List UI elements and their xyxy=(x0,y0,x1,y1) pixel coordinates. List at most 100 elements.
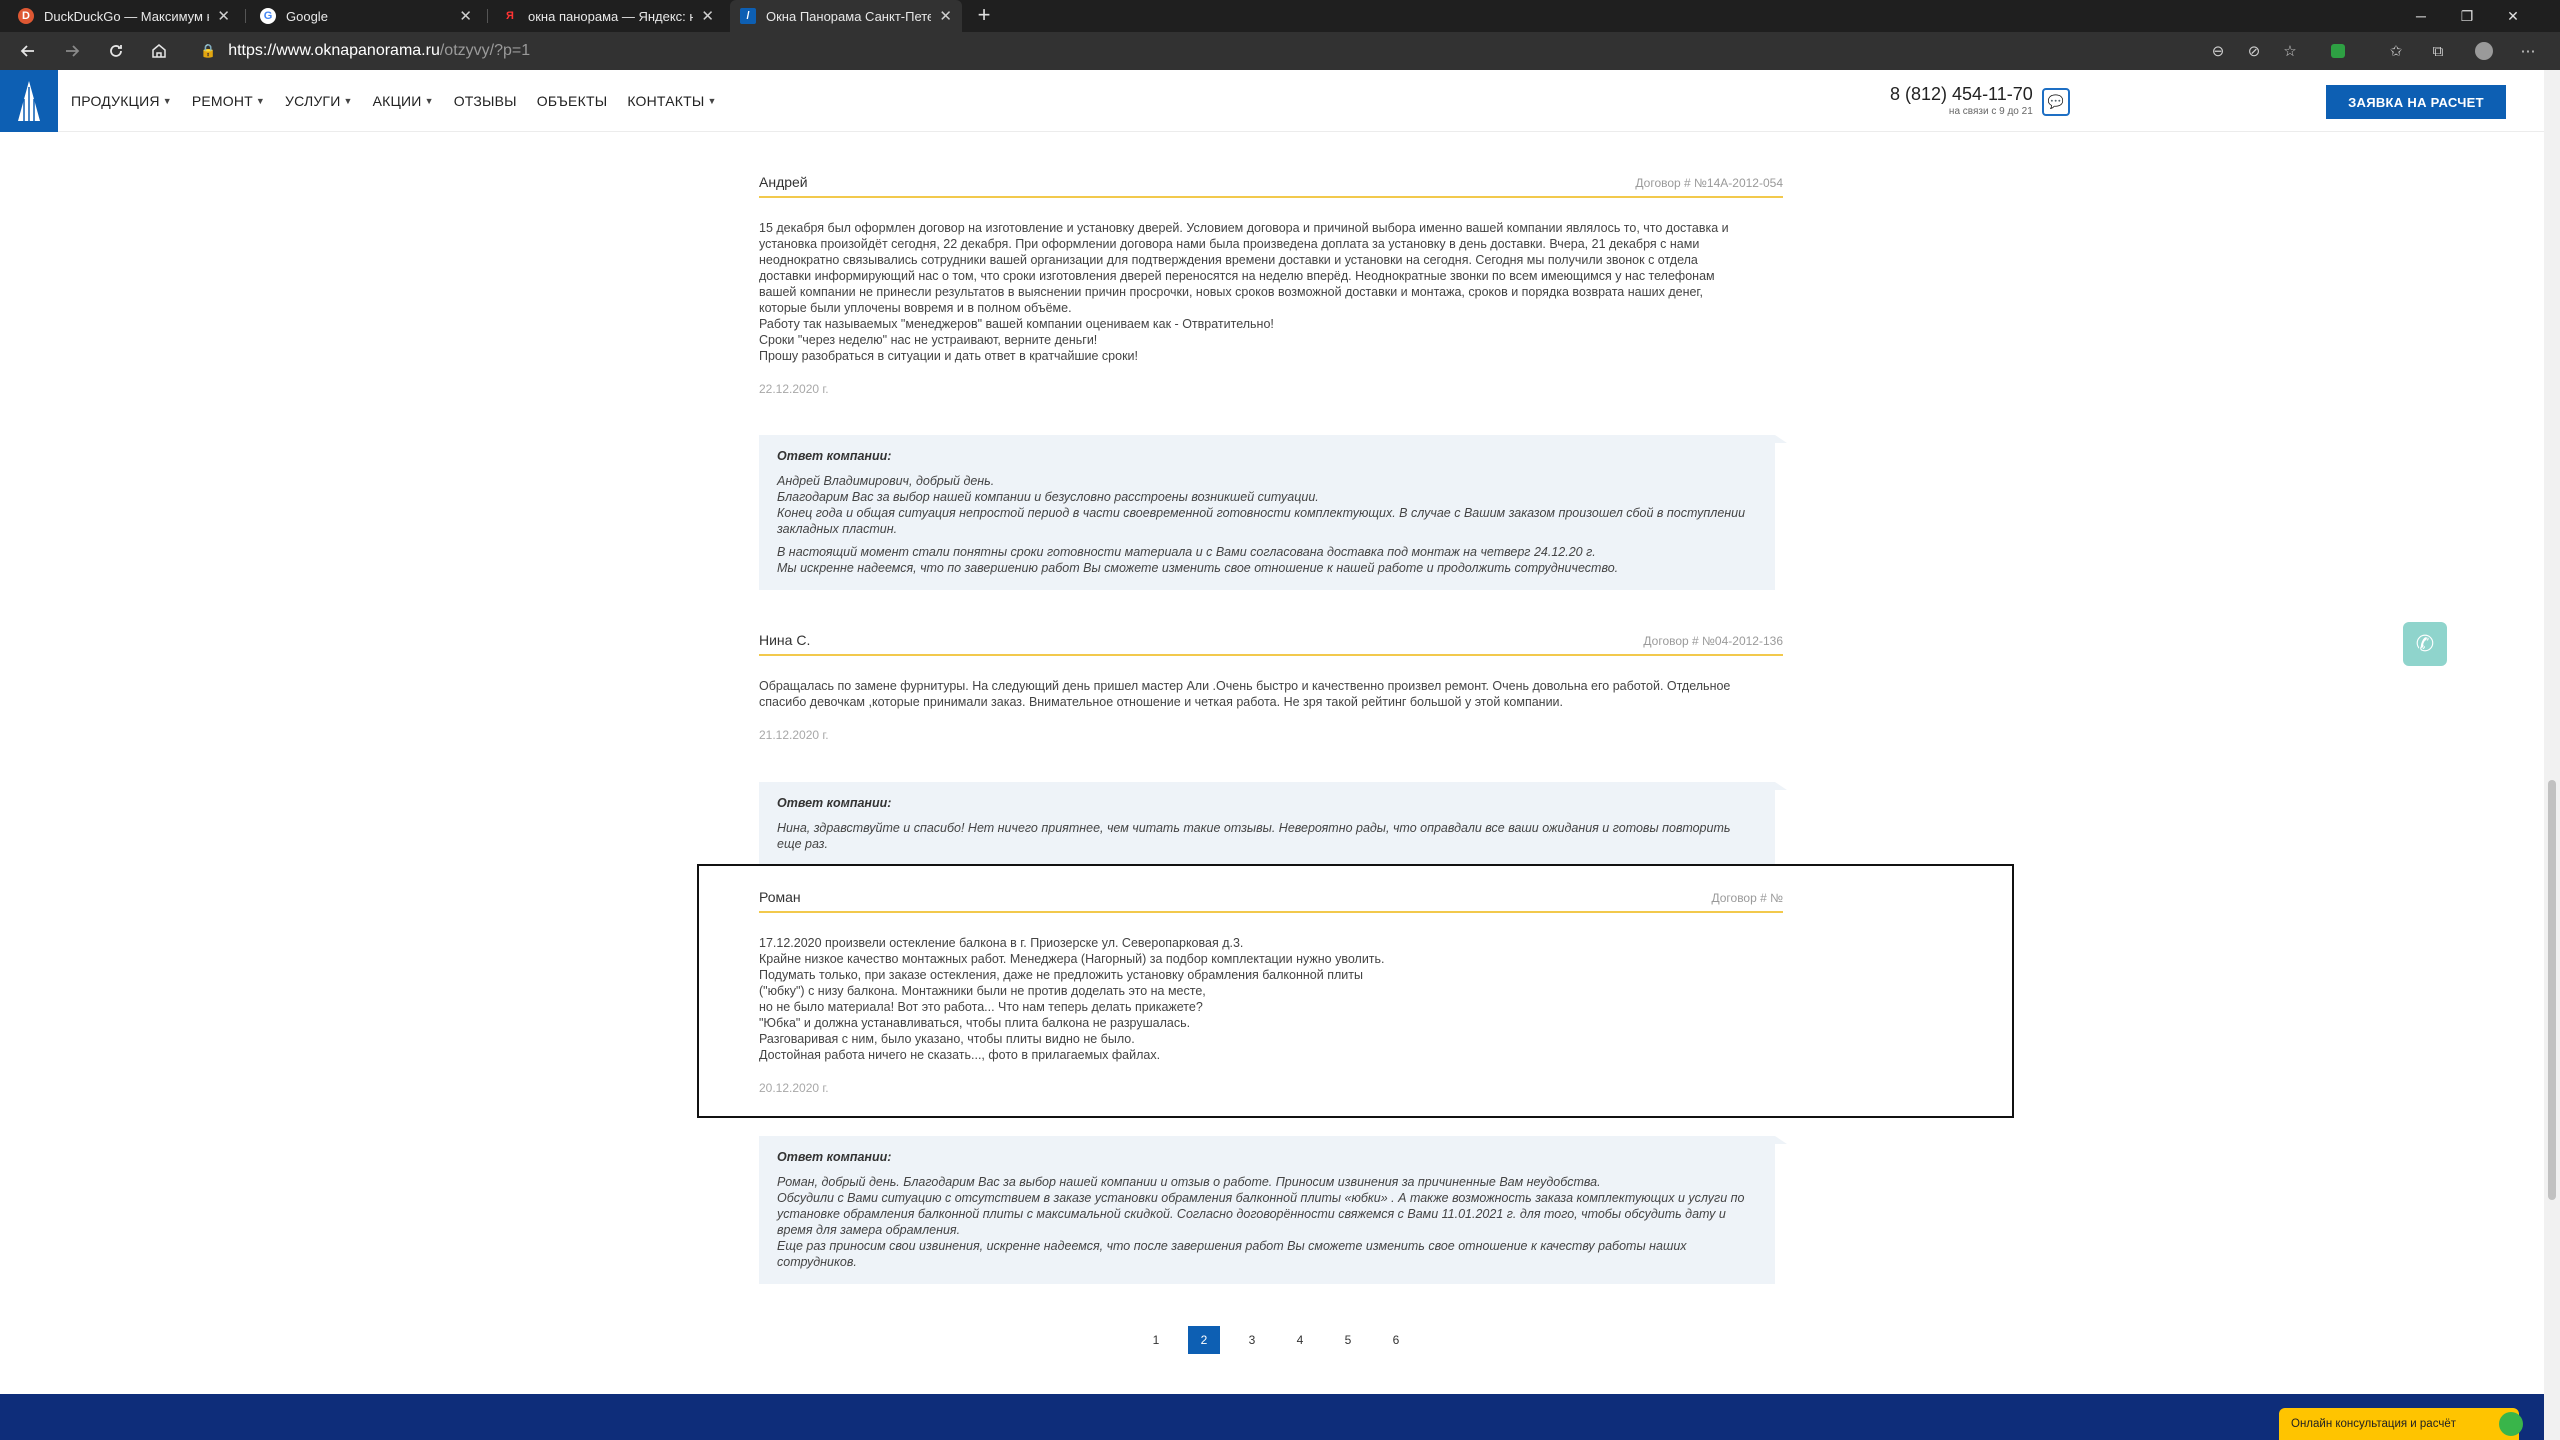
page-link[interactable]: 5 xyxy=(1332,1326,1364,1354)
restore-button[interactable]: ❐ xyxy=(2444,0,2490,32)
window-close-button[interactable]: ✕ xyxy=(2490,0,2536,32)
review-author: Нина С. xyxy=(759,632,811,648)
forward-button[interactable] xyxy=(58,37,86,65)
close-icon[interactable]: ✕ xyxy=(459,7,472,25)
back-arrow-icon xyxy=(20,45,34,57)
site-favicon-icon: / xyxy=(740,8,756,24)
tab-oknapanorama[interactable]: / Окна Панорама Санкт-Петербург ✕ xyxy=(730,0,962,32)
menu-label: ПРОДУКЦИЯ xyxy=(71,93,160,109)
tab-duckduckgo[interactable]: D DuckDuckGo — Максимум конфиденциальнос… xyxy=(8,0,240,32)
menu-item-services[interactable]: УСЛУГИ ▼ xyxy=(285,93,353,109)
url-path: /otzyvy/?p=1 xyxy=(439,42,531,59)
review-line: "Юбка" и должна устанавливаться, чтобы п… xyxy=(759,1016,1191,1030)
chevron-down-icon: ▼ xyxy=(255,96,266,106)
answer-corner xyxy=(1775,435,1787,443)
url-host: https://www.oknapanorama.ru xyxy=(228,42,440,59)
extension-icon[interactable] xyxy=(2326,39,2350,63)
review-line: но не было материала! Вот это работа... … xyxy=(759,1000,1203,1014)
online-status-icon xyxy=(2499,1412,2523,1436)
answer-line: Нина, здравствуйте и спасибо! Нет ничего… xyxy=(777,821,1731,851)
page-link[interactable]: 6 xyxy=(1380,1326,1412,1354)
review-text: Обращалась по замене фурнитуры. На следу… xyxy=(759,678,1779,710)
review-line: Работу так называемых "менеджеров" вашей… xyxy=(759,317,1274,331)
minimize-button[interactable]: ─ xyxy=(2398,0,2444,32)
review-line: Сроки "через неделю" нас не устраивают, … xyxy=(759,333,1098,347)
close-icon[interactable]: ✕ xyxy=(701,7,714,25)
back-button[interactable] xyxy=(14,37,42,65)
review-contract: Договор # № xyxy=(1711,891,1783,905)
tab-google[interactable]: G Google ✕ xyxy=(250,0,482,32)
menu-label: УСЛУГИ xyxy=(285,93,341,109)
review-text: 17.12.2020 произвели остекление балкона … xyxy=(759,935,1779,1063)
menu-item-repair[interactable]: РЕМОНТ ▼ xyxy=(192,93,265,109)
review-contract: Договор # №14А-2012-054 xyxy=(1635,176,1783,190)
review-date: 20.12.2020 г. xyxy=(759,1081,829,1095)
url-field[interactable]: 🔒 https://www.oknapanorama.ru/otzyvy/?p=… xyxy=(200,39,530,63)
menu-label: ОБЪЕКТЫ xyxy=(536,93,608,109)
profile-avatar-icon[interactable] xyxy=(2472,39,2496,63)
review-header: Роман Договор # № xyxy=(759,887,1783,913)
answer-line: Благодарим Вас за выбор нашей компании и… xyxy=(777,490,1319,504)
tab-yandex[interactable]: Я окна панорама — Яндекс: нашлось ✕ xyxy=(492,0,724,32)
answer-line: В настоящий момент стали понятны сроки г… xyxy=(777,545,1596,559)
lock-icon: 🔒 xyxy=(200,43,217,58)
answer-line: Обсудили с Вами ситуацию с отсутствием в… xyxy=(777,1191,1745,1205)
review-line: Обращалась по замене фурнитуры. На следу… xyxy=(759,679,1731,693)
review-line: ("юбку") с низу балкона. Монтажники были… xyxy=(759,984,1206,998)
tab-title: Окна Панорама Санкт-Петербург xyxy=(766,8,932,24)
chat-button[interactable]: 💬 xyxy=(2042,88,2070,116)
review-text: 15 декабря был оформлен договор на изгот… xyxy=(759,220,1779,364)
menu-item-contacts[interactable]: КОНТАКТЫ ▼ xyxy=(627,93,716,109)
menu-item-reviews[interactable]: ОТЗЫВЫ xyxy=(454,93,517,109)
review-author: Роман xyxy=(759,889,801,905)
menu-label: АКЦИИ xyxy=(372,93,422,109)
new-tab-button[interactable]: + xyxy=(972,4,996,28)
home-icon xyxy=(152,44,166,58)
answer-corner xyxy=(1775,782,1787,790)
answer-title: Ответ компании: xyxy=(777,449,892,463)
more-menu-icon[interactable]: ⋯ xyxy=(2516,39,2540,63)
tab-divider xyxy=(487,9,488,23)
scrollbar-track[interactable] xyxy=(2544,70,2560,1440)
review-date: 21.12.2020 г. xyxy=(759,728,829,742)
home-button[interactable] xyxy=(145,37,173,65)
review-line: Достойная работа ничего не сказать..., ф… xyxy=(759,1048,1161,1062)
page-link[interactable]: 4 xyxy=(1284,1326,1316,1354)
company-answer: Ответ компании: Нина, здравствуйте и спа… xyxy=(759,782,1787,866)
forward-arrow-icon xyxy=(66,45,80,57)
review-item: Андрей Договор # №14А-2012-054 15 декабр… xyxy=(759,172,1783,396)
menu-item-objects[interactable]: ОБЪЕКТЫ xyxy=(537,93,608,109)
menu-item-promotions[interactable]: АКЦИИ ▼ xyxy=(373,93,434,109)
page-link[interactable]: 3 xyxy=(1236,1326,1268,1354)
zoom-icon[interactable]: ⊖ xyxy=(2206,39,2230,63)
online-consult-widget[interactable]: Онлайн консультация и расчёт xyxy=(2279,1408,2523,1440)
review-line: неоднократно связывались сотрудники ваше… xyxy=(759,253,1698,267)
close-icon[interactable]: ✕ xyxy=(939,7,952,25)
scrollbar-thumb[interactable] xyxy=(2548,780,2556,1200)
tracking-prevention-icon[interactable]: ⊘ xyxy=(2242,39,2266,63)
menu-item-products[interactable]: ПРОДУКЦИЯ ▼ xyxy=(71,93,172,109)
callback-button[interactable]: ✆ xyxy=(2403,622,2447,666)
duckduckgo-icon: D xyxy=(18,8,34,24)
review-line: 17.12.2020 произвели остекление балкона … xyxy=(759,936,1244,950)
site-header: ПРОДУКЦИЯ ▼ РЕМОНТ ▼ УСЛУГИ ▼ АКЦИИ ▼ ОТЗЫВЫ… xyxy=(0,70,2560,132)
site-logo[interactable] xyxy=(0,70,58,132)
menu-label: КОНТАКТЫ xyxy=(627,93,705,109)
menu-label: ОТЗЫВЫ xyxy=(453,93,517,109)
header-phone[interactable]: 8 (812) 454-11-70 на связи с 9 до 21 xyxy=(1890,84,2033,117)
reload-button[interactable] xyxy=(102,37,130,65)
answer-line: время для замера обрамления. xyxy=(777,1223,961,1237)
browser-tab-bar: D DuckDuckGo — Максимум конфиденциальнос… xyxy=(0,0,2560,32)
close-icon[interactable]: ✕ xyxy=(217,7,230,25)
page-link[interactable]: 1 xyxy=(1140,1326,1172,1354)
review-line: Подумать только, при заказе остекления, … xyxy=(759,968,1363,982)
add-favorite-icon[interactable]: ☆ xyxy=(2278,39,2302,63)
favorites-icon[interactable]: ✩ xyxy=(2384,39,2408,63)
collections-icon[interactable]: ⧉ xyxy=(2426,39,2450,63)
review-line: спасибо девочкам ,которые принимали зака… xyxy=(759,695,1564,709)
phone-number[interactable]: 8 (812) 454-11-70 xyxy=(1890,84,2033,105)
page-link-current[interactable]: 2 xyxy=(1188,1326,1220,1354)
address-bar-row: 🔒 https://www.oknapanorama.ru/otzyvy/?p=… xyxy=(0,32,2560,70)
company-answer: Ответ компании: Андрей Владимирович, доб… xyxy=(759,435,1787,590)
order-calculation-button[interactable]: ЗАЯВКА НА РАСЧЕТ xyxy=(2326,85,2506,119)
